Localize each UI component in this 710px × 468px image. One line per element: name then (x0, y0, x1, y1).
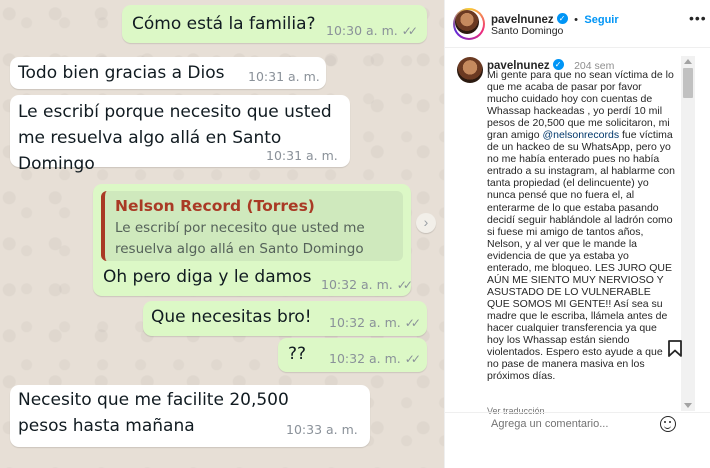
quoted-text: Le escribí por necesito que usted me res… (115, 220, 365, 257)
carousel-indicator (200, 431, 241, 436)
divider (445, 412, 710, 413)
message-text: Todo bien gracias a Dios (18, 63, 225, 83)
chevron-right-icon[interactable]: › (416, 213, 436, 233)
divider (445, 47, 710, 48)
message-time: 10:31 a. m. (248, 69, 320, 84)
scroll-up-arrow-icon[interactable] (684, 59, 692, 64)
location-link[interactable]: Santo Domingo (491, 25, 563, 37)
message-text: Cómo está la familia? (132, 14, 316, 34)
post-details-panel: pavelnunez ✓ • Seguir Santo Domingo ••• p… (444, 0, 710, 468)
bookmark-icon[interactable] (667, 340, 683, 357)
more-horizontal-icon[interactable]: ••• (689, 10, 707, 26)
message-time: 10:32 a. m. ✓✓ (329, 315, 421, 330)
caption-avatar[interactable] (457, 57, 483, 83)
avatar-image (455, 10, 479, 34)
post-caption: Mi gente para que no sean víctima de lo … (487, 69, 675, 382)
scrollbar[interactable] (681, 56, 695, 411)
scrollbar-thumb[interactable] (683, 68, 693, 98)
add-comment-input[interactable]: Agrega un comentario... (491, 418, 608, 430)
emoji-icon[interactable] (660, 416, 676, 432)
profile-avatar[interactable] (453, 8, 485, 40)
chat-screenshot-image: Cómo está la familia? 10:30 a. m. ✓✓ Todo… (0, 0, 444, 468)
chat-message-outgoing: Que necesitas bro! 10:32 a. m. ✓✓ (143, 301, 427, 336)
chat-message-incoming: Todo bien gracias a Dios 10:31 a. m. (10, 57, 326, 89)
message-time: 10:32 a. m. ✓✓ (321, 277, 413, 292)
scroll-down-arrow-icon[interactable] (684, 403, 692, 408)
verified-badge-icon: ✓ (556, 13, 568, 25)
see-translation-link[interactable]: Ver traducción (487, 406, 545, 416)
double-check-icon: ✓✓ (396, 278, 413, 292)
mention-link[interactable]: @nelsonrecords (542, 129, 619, 141)
chat-message-outgoing-reply: Nelson Record (Torres) Le escribí por ne… (93, 184, 413, 296)
chat-message-outgoing: Cómo está la familia? 10:30 a. m. ✓✓ (122, 5, 427, 43)
quoted-message[interactable]: Nelson Record (Torres) Le escribí por ne… (101, 191, 403, 261)
separator: • (574, 14, 578, 26)
message-text: Que necesitas bro! (151, 307, 312, 327)
chat-message-incoming: Le escribí porque necesito que usted me … (10, 95, 350, 174)
double-check-icon: ✓✓ (404, 316, 421, 330)
double-check-icon: ✓✓ (404, 352, 421, 366)
caption-text: fue víctima de un hackeo de su WhatsApp,… (487, 129, 675, 383)
message-text: Le escribí porque necesito que usted me … (18, 102, 332, 174)
message-text: Oh pero diga y le damos (103, 267, 312, 287)
message-time: 10:32 a. m. ✓✓ (329, 351, 421, 366)
message-time: 10:33 a. m. (286, 422, 358, 437)
chat-message-incoming: Necesito que me facilite 20,500 pesos ha… (10, 385, 370, 447)
message-time: 10:30 a. m. ✓✓ (326, 23, 418, 38)
quoted-sender-name: Nelson Record (Torres) (115, 197, 315, 215)
double-check-icon: ✓✓ (401, 24, 418, 38)
message-text: ?? (288, 344, 307, 364)
follow-button[interactable]: Seguir (584, 14, 618, 26)
chat-message-outgoing: ?? 10:32 a. m. ✓✓ (278, 338, 427, 372)
message-time: 10:31 a. m. (266, 148, 338, 163)
